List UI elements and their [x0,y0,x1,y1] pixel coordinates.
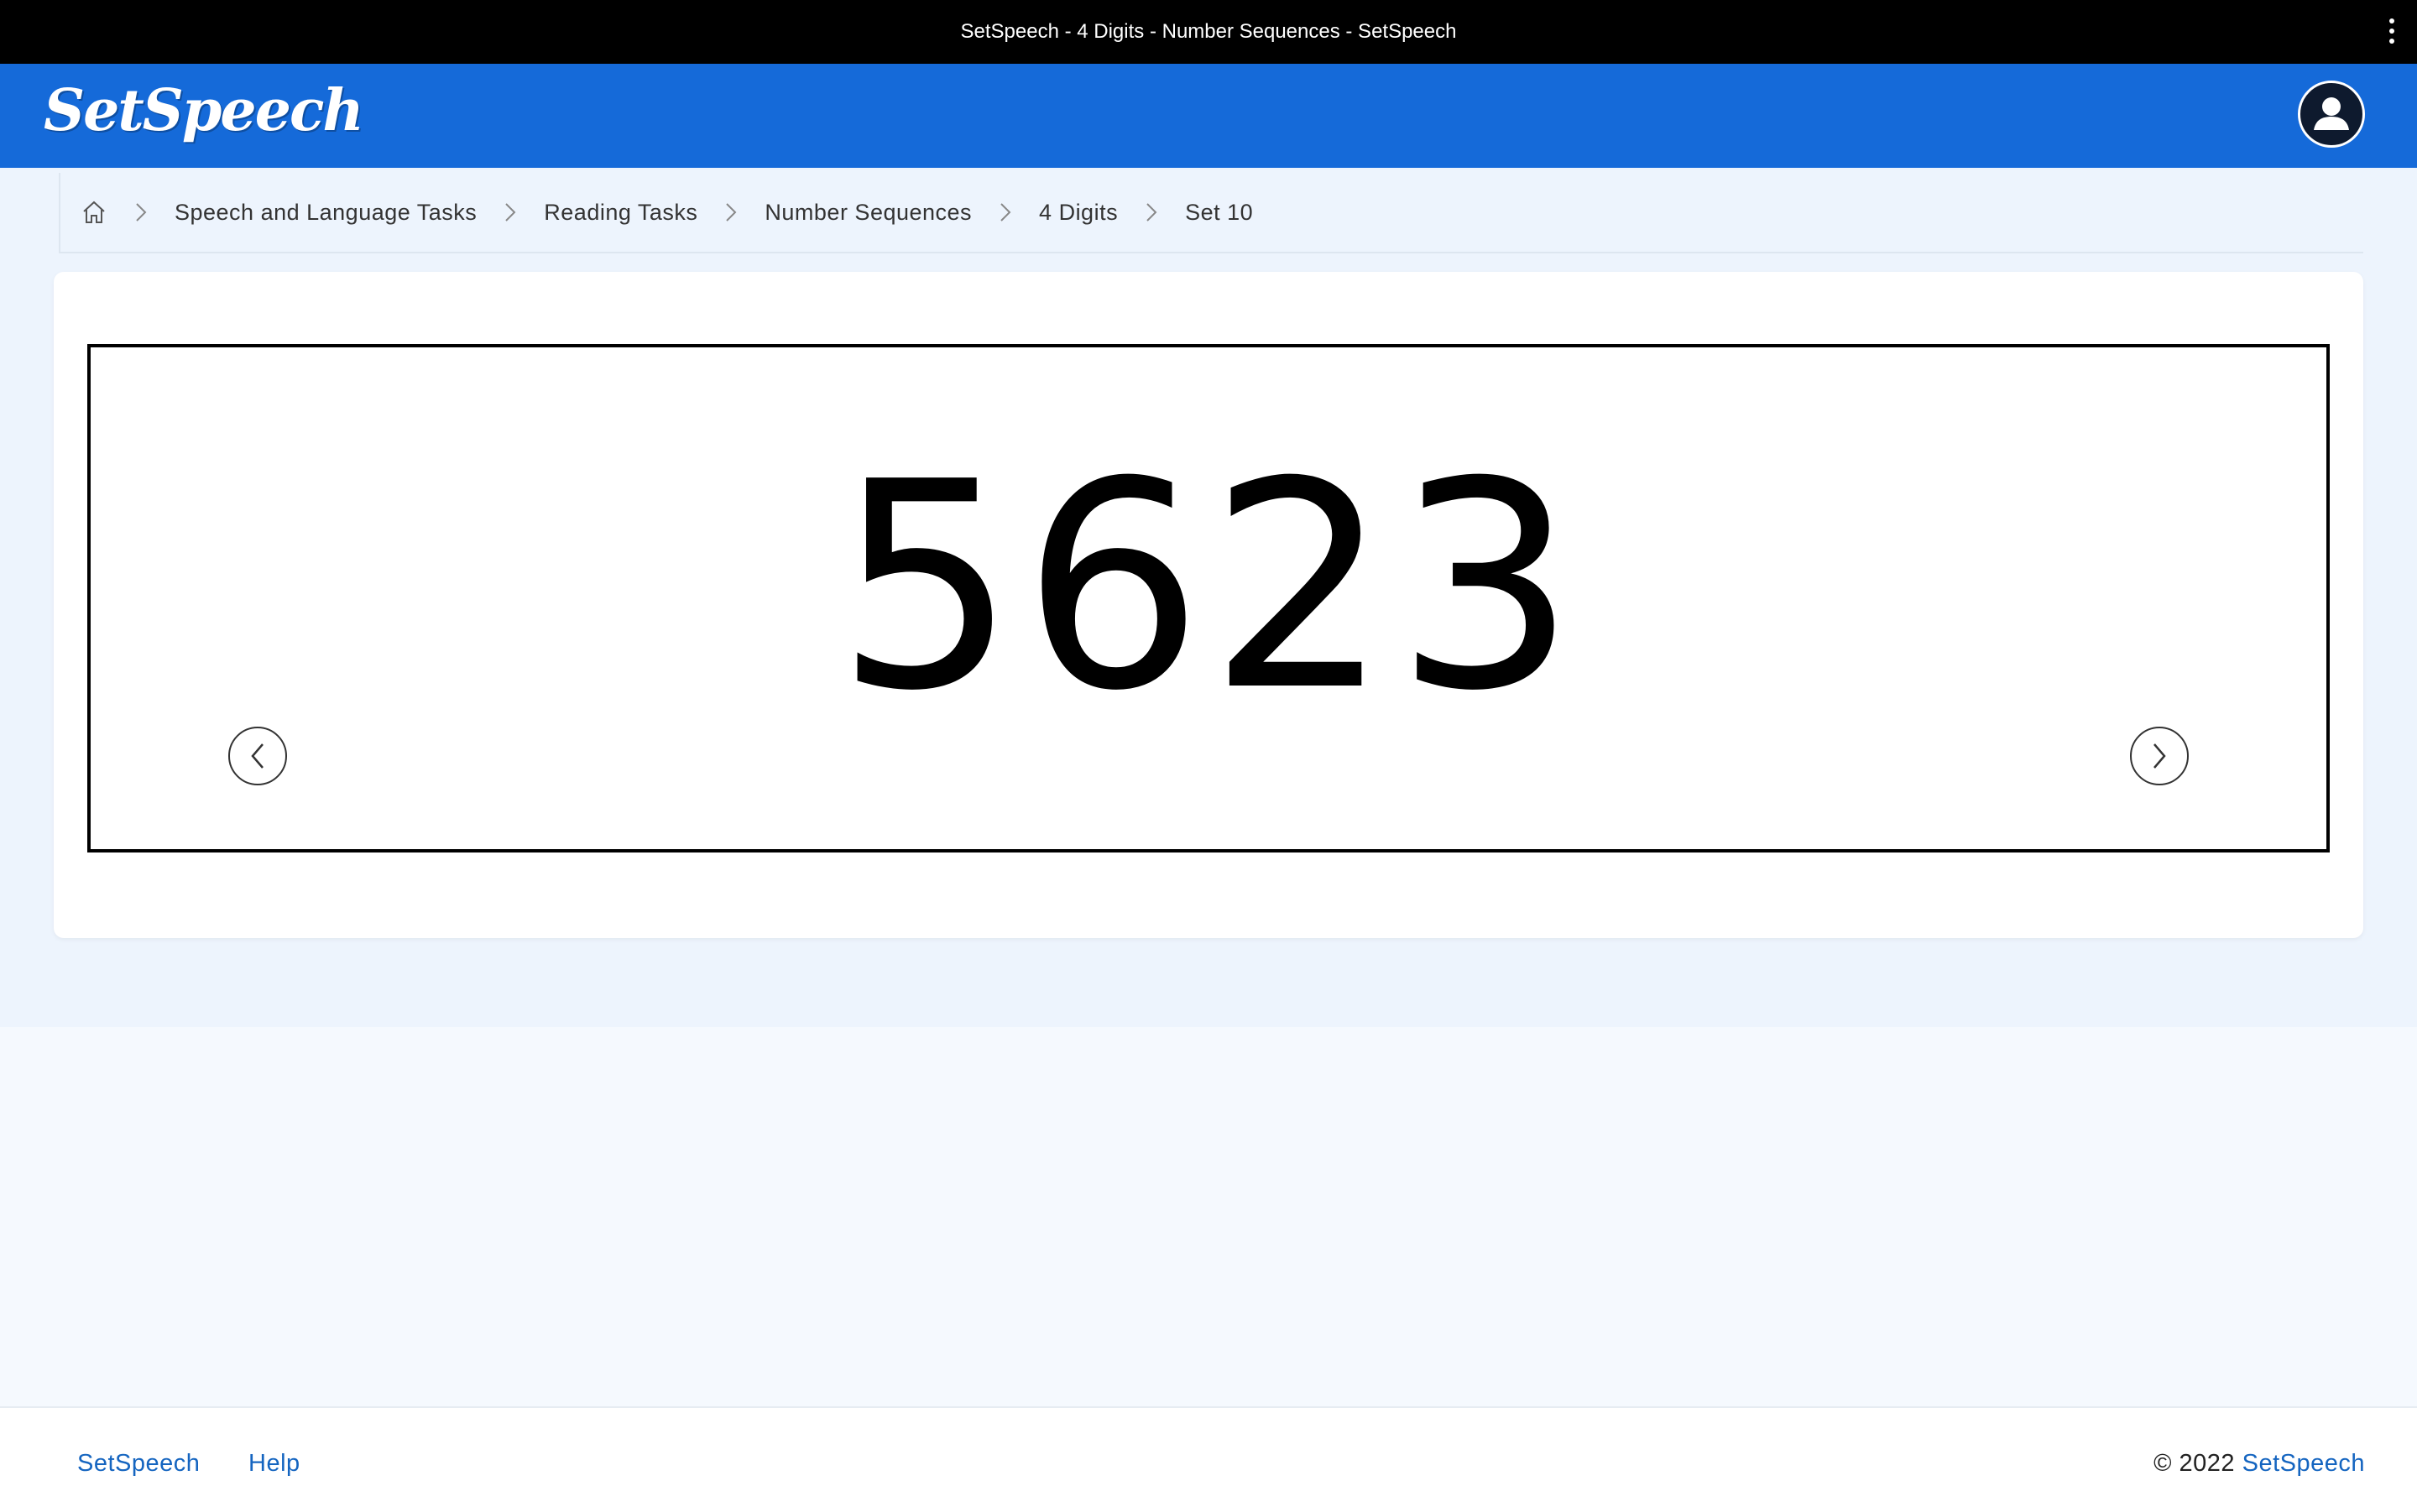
copyright-prefix: © 2022 [2153,1450,2236,1477]
breadcrumb: Speech and Language Tasks Reading Tasks … [59,173,2363,253]
chevron-left-circle-icon[interactable] [228,727,287,785]
breadcrumb-set-10: Set 10 [1185,199,1254,225]
breadcrumb-4-digits[interactable]: 4 Digits [1039,200,1118,226]
top-navbar: SetSpeech [0,64,2417,168]
window-title: SetSpeech - 4 Digits - Number Sequences … [960,20,1457,43]
window-titlebar: SetSpeech - 4 Digits - Number Sequences … [0,0,2417,64]
breadcrumb-reading-tasks[interactable]: Reading Tasks [544,200,697,226]
chevron-right-icon [477,202,544,222]
more-vertical-icon[interactable] [2388,18,2395,44]
chevron-right-icon [107,202,175,222]
chevron-right-icon [972,202,1039,222]
footer-link-help[interactable]: Help [248,1450,300,1478]
logo[interactable]: SetSpeech [44,77,364,144]
chevron-right-icon [1118,202,1185,222]
copyright-brand-link[interactable]: SetSpeech [2242,1450,2365,1477]
breadcrumb-speech-language-tasks[interactable]: Speech and Language Tasks [175,200,477,226]
footer: SetSpeech Help © 2022 SetSpeech [0,1406,2417,1512]
copyright: © 2022 SetSpeech [2153,1450,2365,1478]
number-display: 5623 [835,421,1582,753]
user-avatar-icon[interactable] [2298,81,2365,148]
chevron-right-icon [697,202,765,222]
breadcrumb-number-sequences[interactable]: Number Sequences [765,200,972,226]
chevron-right-circle-icon[interactable] [2130,727,2189,785]
footer-link-setspeech[interactable]: SetSpeech [77,1450,200,1478]
number-display-frame: 5623 [87,344,2330,852]
home-icon[interactable] [81,199,107,226]
